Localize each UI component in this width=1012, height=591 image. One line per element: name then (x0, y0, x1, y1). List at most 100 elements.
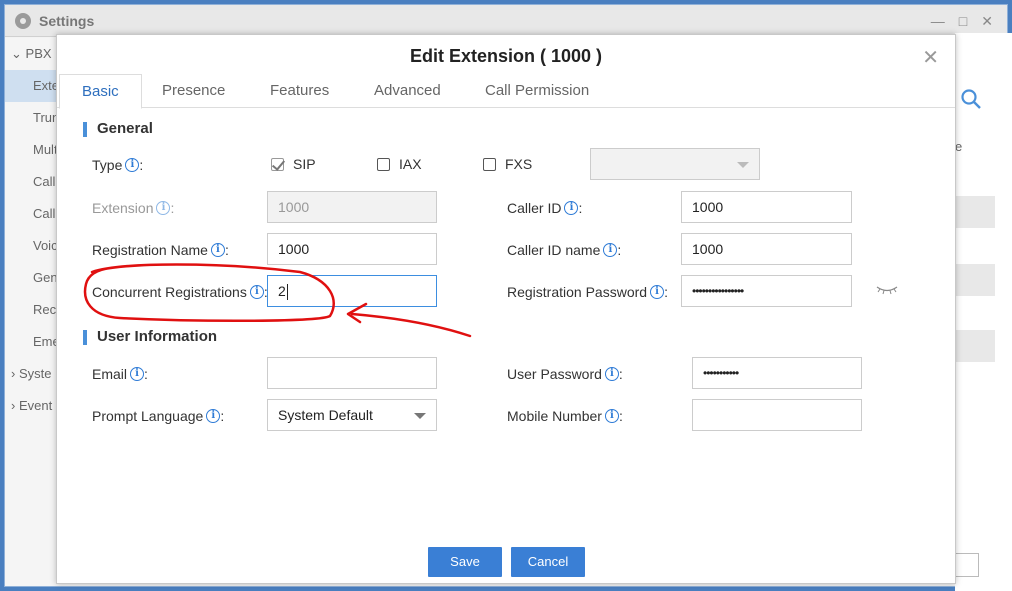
search-icon[interactable] (960, 88, 982, 110)
section-general-title: General (83, 120, 153, 137)
cancel-button[interactable]: Cancel (511, 547, 585, 577)
table-header-fragment: e (955, 139, 963, 154)
registration-password-label-text: Registration Password (507, 284, 648, 300)
eye-hidden-icon[interactable] (876, 285, 898, 295)
edit-extension-dialog: Edit Extension ( 1000 ) ✕ Basic Presence… (56, 34, 956, 584)
sidebar-group-pbx[interactable]: ⌄ PBX (5, 38, 59, 70)
user-password-label-text: User Password (507, 366, 602, 382)
caller-id-field[interactable]: 1000 (681, 191, 852, 223)
table-row[interactable] (955, 196, 995, 228)
info-icon[interactable]: i (650, 285, 665, 299)
type-label-text: Type (92, 157, 123, 173)
sidebar-item[interactable]: Call (5, 166, 59, 198)
sidebar-item[interactable]: Gen (5, 262, 59, 294)
caller-id-name-field[interactable]: 1000 (681, 233, 852, 265)
checkbox-icon (377, 157, 390, 171)
settings-sidebar: ⌄ PBX Exte Trun Mult Call Call Voic Gen … (5, 38, 59, 586)
registration-name-label: Registration Name i: (92, 242, 229, 258)
mobile-number-label-text: Mobile Number (507, 408, 602, 424)
window-controls: — □ ✕ (931, 13, 993, 30)
extension-label-text: Extension (92, 200, 154, 216)
chevron-down-icon (737, 162, 749, 168)
save-button[interactable]: Save (428, 547, 502, 577)
sidebar-item[interactable]: Voic (5, 230, 59, 262)
minimize-icon[interactable]: — (931, 13, 945, 30)
info-icon[interactable]: i (604, 409, 619, 423)
settings-main-area (955, 33, 1012, 591)
sidebar-item[interactable]: Exte (5, 70, 59, 102)
section-user-info-title: User Information (83, 328, 217, 345)
checkbox-icon (483, 157, 496, 171)
prompt-language-label-text: Prompt Language (92, 408, 204, 424)
caller-id-name-label-text: Caller ID name (507, 242, 601, 258)
maximize-icon[interactable]: □ (959, 13, 967, 30)
extension-label: Extension i: (92, 200, 175, 216)
tab-call-permission[interactable]: Call Permission (463, 74, 611, 109)
prompt-language-label: Prompt Language i: (92, 408, 225, 424)
concurrent-registrations-value: 2 (278, 283, 286, 299)
gear-icon (15, 12, 31, 29)
type-fxs-checkbox[interactable]: FXS (483, 156, 532, 172)
concurrent-registrations-field[interactable]: 2 (267, 275, 437, 307)
sidebar-group-event[interactable]: › Event (5, 390, 59, 422)
caller-id-name-label: Caller ID name i: (507, 242, 622, 258)
sidebar-group-system[interactable]: › Syste (5, 358, 59, 390)
sidebar-group-label: Syste (18, 366, 52, 381)
tab-bar: Basic Presence Features Advanced Call Pe… (57, 74, 955, 109)
info-icon[interactable]: i (130, 367, 145, 381)
user-password-label: User Password i: (507, 366, 623, 382)
type-iax-checkbox[interactable]: IAX (377, 156, 422, 172)
chevron-down-icon: ⌄ (11, 46, 22, 61)
sidebar-item[interactable]: Trun (5, 102, 59, 134)
tab-advanced[interactable]: Advanced (352, 74, 463, 109)
info-icon[interactable]: i (156, 201, 171, 215)
table-row[interactable] (955, 264, 995, 296)
close-icon[interactable]: ✕ (922, 45, 939, 70)
checkbox-label: SIP (293, 156, 316, 172)
user-password-field[interactable]: ••••••••••• (692, 357, 862, 389)
checkbox-label: IAX (399, 156, 422, 172)
tab-basic[interactable]: Basic (59, 74, 142, 109)
settings-title: Settings (39, 12, 95, 29)
registration-password-label: Registration Password i: (507, 284, 668, 300)
info-icon[interactable]: i (210, 243, 225, 257)
fxs-port-select[interactable] (590, 148, 760, 180)
sidebar-item[interactable]: Eme (5, 326, 59, 358)
chevron-right-icon: › (11, 366, 19, 381)
prompt-language-value: System Default (278, 407, 373, 423)
info-icon[interactable]: i (206, 409, 221, 423)
caller-id-label: Caller ID i: (507, 200, 583, 216)
prompt-language-select[interactable]: System Default (267, 399, 437, 431)
checkbox-label: FXS (505, 156, 533, 172)
sidebar-item[interactable]: Mult (5, 134, 59, 166)
info-icon[interactable]: i (564, 201, 579, 215)
info-icon[interactable]: i (603, 243, 618, 257)
concurrent-registrations-label: Concurrent Registrations i: (92, 284, 268, 300)
info-icon[interactable]: i (249, 285, 264, 299)
email-label: Email i: (92, 366, 148, 382)
email-field[interactable] (267, 357, 437, 389)
type-label: Type i: (92, 157, 144, 173)
registration-name-field[interactable]: 1000 (267, 233, 437, 265)
type-sip-checkbox[interactable]: SIP (271, 156, 316, 172)
chevron-right-icon: › (11, 398, 19, 413)
tab-presence[interactable]: Presence (140, 74, 247, 109)
sidebar-group-label: PBX (25, 46, 52, 61)
sidebar-item[interactable]: Call (5, 198, 59, 230)
extension-field[interactable]: 1000 (267, 191, 437, 223)
registration-password-field[interactable]: •••••••••••••••• (681, 275, 852, 307)
mobile-number-field[interactable] (692, 399, 862, 431)
close-window-icon[interactable]: ✕ (981, 13, 993, 30)
tab-features[interactable]: Features (248, 74, 351, 109)
info-icon[interactable]: i (604, 367, 619, 381)
sidebar-group-label: Event (18, 398, 53, 413)
concurrent-registrations-label-text: Concurrent Registrations (92, 284, 247, 300)
email-label-text: Email (92, 366, 128, 382)
table-row[interactable] (955, 330, 995, 362)
caller-id-label-text: Caller ID (507, 200, 562, 216)
page-size-select[interactable] (955, 553, 979, 577)
sidebar-item[interactable]: Rec (5, 294, 59, 326)
checkbox-checked-icon (271, 157, 284, 171)
info-icon[interactable]: i (125, 158, 140, 172)
chevron-down-icon (414, 413, 426, 419)
